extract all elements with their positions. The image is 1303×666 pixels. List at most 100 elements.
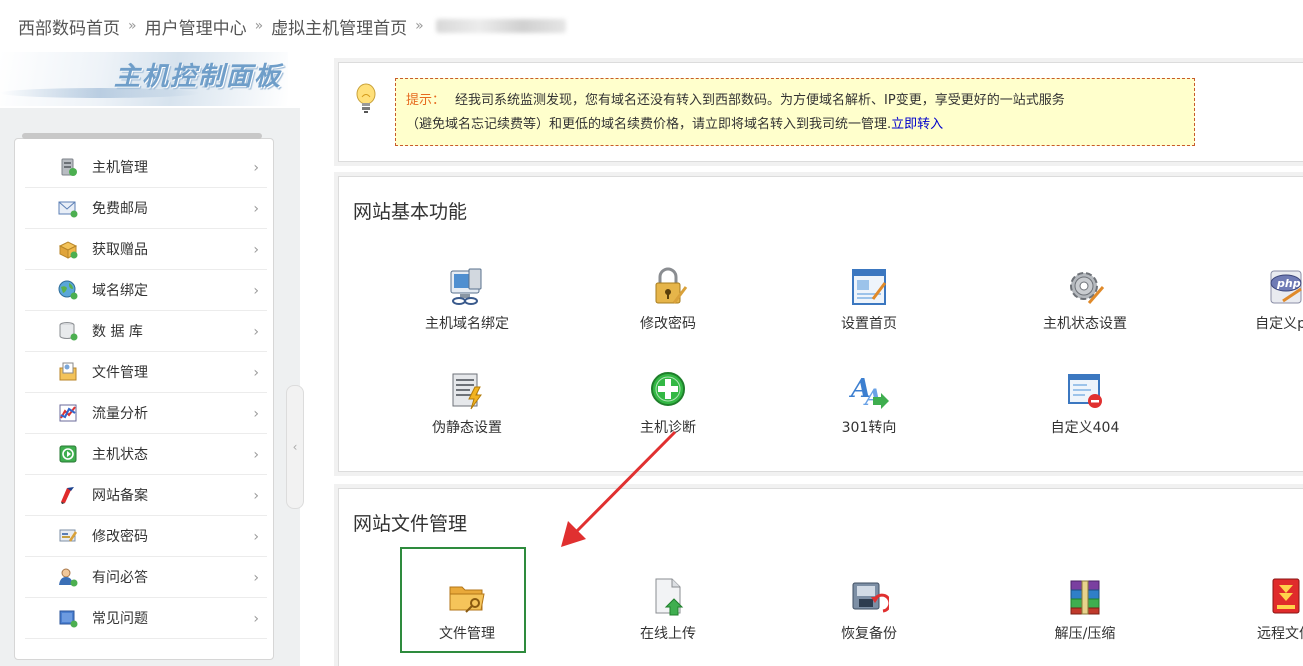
file-manage-highlight-box [400,547,526,653]
tile-label: 主机诊断 [640,420,696,436]
sidebar-item-label: 免费邮局 [92,201,148,217]
remote-file-icon [1265,577,1303,617]
database-icon [58,321,78,341]
gift-icon [58,239,78,259]
sidebar-item-password[interactable]: 修改密码 › [25,516,267,557]
sidebar-item-label: 主机管理 [92,160,148,176]
rewrite-icon [447,371,487,411]
breadcrumb-vhost-home[interactable]: 虚拟主机管理首页 [271,14,407,39]
sidebar-item-domain-bind[interactable]: 域名绑定 › [25,270,267,311]
sidebar-item-label: 有问必答 [92,570,148,586]
computer-network-icon [447,267,487,307]
backup-restore-icon [849,577,892,617]
password-icon [58,526,78,546]
lightbulb-icon [355,83,377,113]
breadcrumb-separator: » [128,18,137,34]
chevron-right-icon: › [253,201,259,217]
chevron-right-icon: › [253,406,259,422]
breadcrumb-blurred-host [435,19,566,33]
tile-custom-php[interactable]: php 自定义ph [1215,267,1303,337]
sidebar-item-database[interactable]: 数 据 库 › [25,311,267,352]
redirect-icon: AA [848,371,889,411]
archive-icon [1065,577,1105,617]
tile-change-password[interactable]: 修改密码 [598,267,738,337]
notice-line-1: 经我司系统监测发现，您有域名还没有转入到西部数码。为方便域名解析、IP变更，享受… [455,93,1065,108]
sidebar-item-mail[interactable]: 免费邮局 › [25,188,267,229]
tile-host-diagnosis[interactable]: 主机诊断 [598,371,738,441]
sidebar-item-label: 常见问题 [92,611,148,627]
upload-icon [648,577,688,617]
tile-remote-file[interactable]: 远程文件 [1215,577,1303,647]
chevron-right-icon: › [253,283,259,299]
chevron-right-icon: › [253,570,259,586]
sidebar-item-qa[interactable]: 有问必答 › [25,557,267,598]
tile-label: 在线上传 [640,626,696,642]
tile-label: 主机域名绑定 [425,316,509,332]
tile-label: 自定义404 [1050,420,1120,436]
lock-icon [648,267,688,307]
notice-tip-label: 提示： [406,93,446,108]
faq-icon [58,608,78,628]
chevron-right-icon: › [253,529,259,545]
chevron-right-icon: › [253,447,259,463]
plus-circle-icon [648,371,688,411]
sidebar-item-label: 修改密码 [92,529,148,545]
basic-functions-section: 网站基本功能 主机域名绑定 修改密码 设置首页 主机状态设置 php 自定义p … [338,176,1303,472]
sidebar-item-traffic[interactable]: 流量分析 › [25,393,267,434]
tile-host-domain-bind[interactable]: 主机域名绑定 [397,267,537,337]
chevron-right-icon: › [253,242,259,258]
page-root: { "breadcrumb": { "items": ["西部数码首页", "用… [0,0,1303,666]
status-icon [58,444,78,464]
tile-label: 301转向 [841,420,897,436]
tile-label: 自定义ph [1255,316,1303,332]
sidebar-item-host-status[interactable]: 主机状态 › [25,434,267,475]
tile-rewrite-settings[interactable]: 伪静态设置 [397,371,537,441]
chevron-left-icon: ‹ [292,440,298,454]
tile-301-redirect[interactable]: AA 301转向 [799,371,939,441]
mail-icon [58,198,78,218]
tile-set-homepage[interactable]: 设置首页 [799,267,939,337]
transfer-now-link[interactable]: 立即转入 [891,117,943,132]
tile-label: 设置首页 [841,316,897,332]
tile-label: 远程文件 [1257,626,1303,642]
sidebar-item-label: 获取赠品 [92,242,148,258]
tile-host-status-settings[interactable]: 主机状态设置 [1015,267,1155,337]
tile-custom-404[interactable]: 自定义404 [1015,371,1155,441]
qa-icon [58,567,78,587]
sidebar-item-label: 网站备案 [92,488,148,504]
breadcrumb-user-center[interactable]: 用户管理中心 [145,14,247,39]
section-title: 网站基本功能 [353,201,468,223]
panel-logo: 主机控制面板 [0,52,288,106]
chevron-right-icon: › [253,365,259,381]
sidebar-item-faq[interactable]: 常见问题 › [25,598,267,639]
sidebar-item-file-manage[interactable]: 文件管理 › [25,352,267,393]
chevron-right-icon: › [253,488,259,504]
sidebar-item-label: 主机状态 [92,447,148,463]
chevron-right-icon: › [253,324,259,340]
tile-unzip-zip[interactable]: 解压/压缩 [1015,577,1155,647]
breadcrumb-home[interactable]: 西部数码首页 [18,14,120,39]
record-icon [58,485,78,505]
sidebar-item-label: 域名绑定 [92,283,148,299]
sidebar-item-label: 文件管理 [92,365,148,381]
breadcrumb: 西部数码首页 » 用户管理中心 » 虚拟主机管理首页 » [18,14,566,39]
tile-online-upload[interactable]: 在线上传 [598,577,738,647]
sidebar: 主机管理 › 免费邮局 › 获取赠品 › 域名绑定 › 数 据 库 › 文件管理… [14,138,274,660]
section-title: 网站文件管理 [353,513,468,535]
chevron-right-icon: › [253,160,259,176]
sidebar-collapse-handle[interactable]: ‹ [286,385,304,509]
sidebar-item-label: 数 据 库 [92,324,143,340]
breadcrumb-separator: » [254,18,264,34]
tile-label: 伪静态设置 [432,420,502,436]
homepage-icon [849,267,889,307]
breadcrumb-separator: » [415,18,424,34]
tile-restore-backup[interactable]: 恢复备份 [799,577,939,647]
sidebar-item-host-manage[interactable]: 主机管理 › [25,147,267,188]
panel-logo-text: 主机控制面板 [113,62,282,92]
gear-icon [1065,267,1105,307]
sidebar-item-record[interactable]: 网站备案 › [25,475,267,516]
sidebar-item-gift[interactable]: 获取赠品 › [25,229,267,270]
server-icon [58,157,78,177]
globe-icon [58,280,78,300]
file-manage-icon [58,362,78,382]
